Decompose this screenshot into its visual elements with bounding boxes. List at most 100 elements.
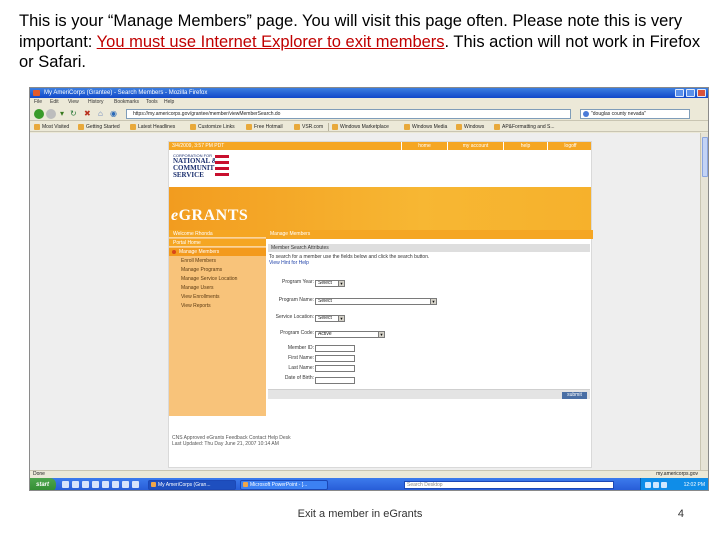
tray-security-icon[interactable] bbox=[661, 482, 667, 488]
browser-screenshot: My AmeriCorps (Grantee) - Search Members… bbox=[29, 87, 709, 491]
bookmark-free-hotmail[interactable]: Free Hotmail bbox=[246, 123, 283, 131]
menu-tools[interactable]: Tools bbox=[146, 98, 158, 107]
bookmark-windows[interactable]: Windows bbox=[456, 123, 484, 131]
browser-search-value: "douglas county nevada" bbox=[591, 111, 646, 117]
quicklaunch-word-icon[interactable] bbox=[112, 481, 119, 488]
nav-portal-home[interactable]: Portal Home bbox=[169, 239, 266, 247]
back-icon[interactable] bbox=[34, 109, 44, 119]
egrants-banner: eGRANTS bbox=[169, 187, 591, 230]
nav-enroll-members[interactable]: Enroll Members bbox=[169, 257, 266, 266]
bookmark-getting-started[interactable]: Getting Started bbox=[78, 123, 120, 131]
nav-logoff-link[interactable]: logoff bbox=[547, 142, 593, 150]
footer-last-updated: Last Updated: Thu Day June 21, 2007 10:1… bbox=[172, 441, 279, 447]
taskbar-powerpoint-window[interactable]: Microsoft PowerPoint - [... bbox=[240, 480, 328, 490]
hint-help-link[interactable]: View Hint for Help bbox=[269, 260, 309, 266]
status-text: Done bbox=[33, 471, 45, 477]
forward-icon[interactable] bbox=[46, 109, 56, 119]
welcome-header: Welcome Rhonda bbox=[169, 230, 266, 238]
minimize-icon[interactable] bbox=[675, 89, 684, 97]
program-name-value: Select bbox=[318, 298, 332, 304]
page-footer: CNS Approved eGrants Feedback Contact He… bbox=[169, 435, 591, 453]
firefox-icon bbox=[33, 90, 40, 96]
nav-help-link[interactable]: help bbox=[503, 142, 547, 150]
chevron-down-icon: ▼ bbox=[338, 281, 344, 286]
brand-e: e bbox=[171, 207, 179, 224]
program-name-select[interactable]: Select ▼ bbox=[315, 298, 437, 305]
bookmark-ap-formatting[interactable]: AP&Formatting and S... bbox=[494, 123, 555, 131]
home-icon[interactable]: ⌂ bbox=[98, 110, 103, 118]
quicklaunch-powerpoint-icon[interactable] bbox=[132, 481, 139, 488]
scrollbar-thumb[interactable] bbox=[702, 137, 708, 177]
vertical-scrollbar[interactable] bbox=[700, 133, 708, 470]
bookmark-most-visited[interactable]: Most Visited bbox=[34, 123, 69, 131]
status-bar: Done my.americorps.gov bbox=[30, 470, 708, 478]
quicklaunch-firefox-icon[interactable] bbox=[102, 481, 109, 488]
maximize-icon[interactable] bbox=[686, 89, 695, 97]
egrants-brand: eGRANTS bbox=[171, 207, 248, 225]
quicklaunch-excel-icon[interactable] bbox=[122, 481, 129, 488]
status-domain: my.americorps.gov bbox=[656, 471, 698, 477]
nav-view-reports[interactable]: View Reports bbox=[169, 302, 266, 311]
nav-my-account-link[interactable]: my account bbox=[447, 142, 503, 150]
quicklaunch-media-icon[interactable] bbox=[82, 481, 89, 488]
bookmark-customize-links[interactable]: Customize Links bbox=[190, 123, 235, 131]
quicklaunch-outlook-icon[interactable] bbox=[92, 481, 99, 488]
program-year-value: Select bbox=[318, 280, 332, 286]
quicklaunch-desktop-icon[interactable] bbox=[72, 481, 79, 488]
program-year-select[interactable]: Select ▼ bbox=[315, 280, 345, 287]
nav-manage-members[interactable]: Manage Members bbox=[169, 248, 266, 256]
stop-icon[interactable]: ✖ bbox=[84, 110, 91, 118]
last-name-input[interactable] bbox=[315, 365, 355, 372]
nav-view-enrollments[interactable]: View Enrollments bbox=[169, 293, 266, 302]
slide-caption: This is your “Manage Members” page. You … bbox=[19, 11, 709, 73]
service-location-label: Service Location: bbox=[275, 314, 314, 320]
tray-volume-icon[interactable] bbox=[653, 482, 659, 488]
menu-edit[interactable]: Edit bbox=[50, 98, 59, 107]
nav-manage-programs[interactable]: Manage Programs bbox=[169, 266, 266, 275]
date-stamp: 3/4/2009, 3:57 PM PDT bbox=[172, 143, 225, 149]
globe-icon: ◉ bbox=[110, 109, 117, 118]
program-code-select[interactable]: Active ▼ bbox=[315, 331, 385, 338]
menu-bar: File Edit View History Bookmarks Tools H… bbox=[30, 98, 708, 107]
window-title: My AmeriCorps (Grantee) - Search Members… bbox=[44, 90, 208, 96]
tray-network-icon[interactable] bbox=[645, 482, 651, 488]
menu-bookmarks[interactable]: Bookmarks bbox=[114, 98, 139, 107]
bookmark-windows-marketplace[interactable]: Windows Marketplace bbox=[332, 123, 389, 131]
bookmark-separator bbox=[328, 123, 329, 131]
bookmark-windows-media[interactable]: Windows Media bbox=[404, 123, 447, 131]
last-name-label: Last Name: bbox=[288, 365, 314, 371]
caption-highlight: You must use Internet Explorer to exit m… bbox=[96, 32, 445, 51]
nav-home-link[interactable]: home bbox=[401, 142, 447, 150]
program-code-label: Program Code: bbox=[280, 330, 314, 336]
reload-icon[interactable]: ↻ bbox=[70, 110, 77, 118]
close-icon[interactable] bbox=[697, 89, 706, 97]
left-navigation: Welcome Rhonda Portal Home Manage Member… bbox=[169, 230, 266, 416]
menu-file[interactable]: File bbox=[34, 98, 42, 107]
nav-manage-service-location[interactable]: Manage Service Location bbox=[169, 275, 266, 284]
window-title-bar: My AmeriCorps (Grantee) - Search Members… bbox=[30, 88, 708, 98]
bookmark-latest-headlines[interactable]: Latest Headlines bbox=[130, 123, 175, 131]
quicklaunch-ie-icon[interactable] bbox=[62, 481, 69, 488]
program-code-value: Active bbox=[318, 331, 332, 337]
slide-footer-title: Exit a member in eGrants bbox=[297, 508, 423, 520]
slide-page-number: 4 bbox=[677, 508, 684, 520]
address-bar[interactable]: https://my.americorps.gov/grantee/member… bbox=[126, 109, 571, 119]
nav-manage-users[interactable]: Manage Users bbox=[169, 284, 266, 293]
menu-view[interactable]: View bbox=[68, 98, 79, 107]
egrants-page: 3/4/2009, 3:57 PM PDT home my account he… bbox=[168, 141, 593, 468]
bookmark-vsr[interactable]: VSR.com bbox=[294, 123, 323, 131]
date-of-birth-input[interactable] bbox=[315, 377, 355, 384]
menu-help[interactable]: Help bbox=[164, 98, 174, 107]
desktop-search-input[interactable]: Search Desktop bbox=[404, 481, 614, 489]
menu-history[interactable]: History bbox=[88, 98, 104, 107]
start-button[interactable]: start bbox=[30, 478, 56, 490]
taskbar-firefox-window[interactable]: My AmeriCorps (Gran... bbox=[148, 480, 236, 490]
first-name-input[interactable] bbox=[315, 355, 355, 362]
service-location-select[interactable]: Select ▼ bbox=[315, 315, 345, 322]
member-id-input[interactable] bbox=[315, 345, 355, 352]
browser-search-input[interactable]: "douglas county nevada" bbox=[580, 109, 690, 119]
brand-rest: GRANTS bbox=[178, 207, 249, 224]
submit-button[interactable]: submit bbox=[562, 392, 587, 399]
form-footer: submit bbox=[268, 389, 590, 399]
dropdown-icon[interactable]: ▾ bbox=[60, 110, 64, 118]
